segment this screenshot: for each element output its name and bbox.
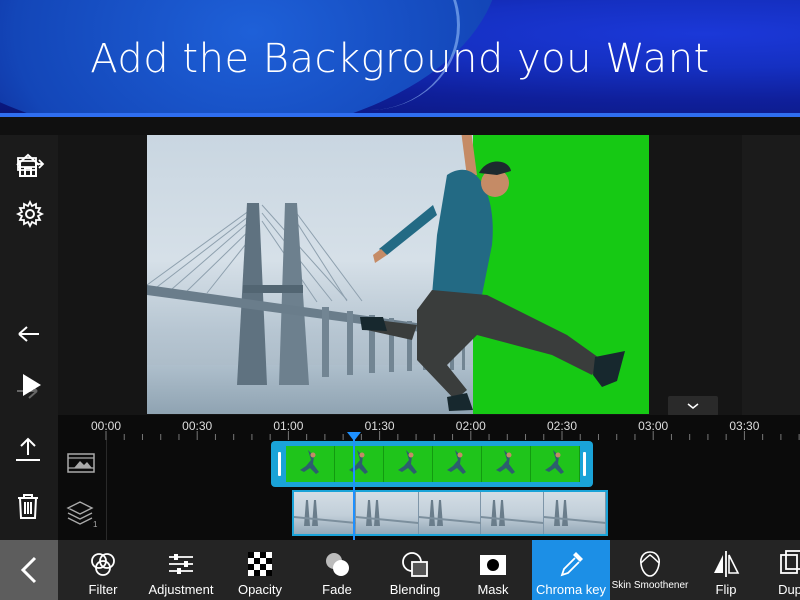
dancer-thumbnail [398, 450, 417, 474]
clip-thumbnail [543, 492, 606, 534]
ruler-label: 01:00 [273, 419, 304, 433]
undo-button[interactable] [9, 316, 47, 354]
dancer-figure [360, 135, 625, 411]
layers-icon: 1 [64, 495, 100, 531]
bridge-thumbnail [481, 500, 544, 526]
export-button[interactable] [9, 431, 47, 469]
banner-title: Add the Background you Want [90, 36, 710, 82]
playhead-marker[interactable] [347, 432, 361, 441]
clip-thumbnail [531, 446, 580, 482]
tool-label: Chroma key [535, 582, 607, 597]
video-track-icon [64, 446, 100, 482]
clip-trim-handle-left[interactable] [278, 452, 281, 476]
ruler-label: 01:30 [364, 419, 395, 433]
tool-label: Filter [88, 582, 118, 597]
tool-label: Adjustment [148, 582, 214, 597]
bridge-thumbnail [356, 500, 419, 526]
clip-thumbnail [418, 492, 482, 534]
background-clip[interactable] [292, 490, 608, 536]
tool-label: Skin Smoothener [611, 580, 689, 591]
clip-thumbnail [356, 492, 419, 534]
dancer-thumbnail [349, 450, 368, 474]
bridge-thumbnail [543, 500, 606, 526]
clip-thumbnail [482, 446, 531, 482]
blending-icon [399, 548, 431, 580]
clip-thumbnail [286, 446, 335, 482]
tool-label: Fade [322, 582, 352, 597]
mask-icon [477, 548, 509, 580]
play-button[interactable] [12, 367, 48, 403]
tool-dup-button[interactable]: Dup [770, 540, 800, 600]
tool-flip-button[interactable]: Flip [698, 540, 754, 600]
adjustment-icon [165, 548, 197, 580]
right-toolbar [742, 135, 800, 415]
tool-blending-button[interactable]: Blending [378, 540, 452, 600]
settings-button[interactable] [12, 196, 48, 232]
ruler-label: 00:30 [182, 419, 213, 433]
filter-icon [87, 548, 119, 580]
clip-trim-handle-right[interactable] [583, 452, 586, 476]
tool-label: Opacity [237, 582, 283, 597]
ruler-label: 03:30 [729, 419, 760, 433]
tool-label: Blending [389, 582, 441, 597]
duplicate-icon [774, 548, 800, 580]
layer-badge: 1 [93, 520, 98, 528]
track-divider [106, 490, 107, 540]
tool-fade-button[interactable]: Fade [304, 540, 370, 600]
produce-button[interactable] [12, 146, 48, 182]
clip-thumbnail [481, 492, 544, 534]
ruler-label: 02:30 [546, 419, 578, 433]
clip-thumbnail [433, 446, 482, 482]
track-divider [106, 440, 107, 490]
clip-thumbnail [294, 492, 357, 534]
tool-label: Flip [715, 582, 737, 597]
tool-filter-button[interactable]: Filter [74, 540, 132, 600]
playhead[interactable] [353, 434, 355, 540]
dancer-thumbnail [447, 450, 466, 474]
opacity-icon [244, 548, 276, 580]
tool-mask-button[interactable]: Mask [462, 540, 524, 600]
clip-thumbnail [335, 446, 384, 482]
promo-banner: Add the Background you Want [0, 0, 800, 113]
tool-adjustment-button[interactable]: Adjustment [140, 540, 222, 600]
tool-chroma-key-button[interactable]: Chroma key [532, 540, 610, 600]
trash-icon [18, 494, 38, 519]
video-preview[interactable] [147, 135, 649, 414]
fade-icon [321, 548, 353, 580]
produce-video-icon [17, 157, 45, 171]
chevron-down-icon [687, 403, 699, 409]
collapse-button[interactable] [668, 396, 718, 416]
ruler-ticks [105, 431, 800, 440]
app-window: Add the Background you Want 1 00:00 00:3… [0, 0, 800, 600]
flip-icon [710, 548, 742, 580]
chevron-left-icon [20, 556, 37, 584]
bridge-thumbnail [418, 500, 481, 526]
ruler-label: 02:00 [455, 419, 486, 433]
export-icon [16, 437, 40, 461]
bridge-thumbnail [294, 500, 356, 526]
tool-opacity-button[interactable]: Opacity [228, 540, 292, 600]
ruler-label: 00:00 [90, 419, 122, 433]
delete-button[interactable] [9, 487, 47, 525]
ruler-label: 03:00 [638, 419, 669, 433]
undo-icon [18, 326, 39, 342]
back-button[interactable] [0, 540, 58, 600]
dancer-thumbnail [300, 450, 319, 474]
dancer-thumbnail [545, 450, 564, 474]
gear-icon [15, 199, 45, 229]
skin-smoothener-icon [634, 548, 666, 580]
play-icon [23, 374, 41, 396]
chroma-key-icon [555, 548, 587, 580]
tool-label: Mask [477, 582, 509, 597]
timeline-ruler[interactable] [58, 415, 800, 440]
dancer-thumbnail [496, 450, 515, 474]
editor-top-strip [0, 117, 800, 135]
tool-skin-smoothener-button[interactable]: Skin Smoothener [611, 540, 689, 600]
tool-label: Dup [778, 582, 800, 597]
video-clip-thumbnails [286, 446, 580, 482]
clip-thumbnail [384, 446, 433, 482]
